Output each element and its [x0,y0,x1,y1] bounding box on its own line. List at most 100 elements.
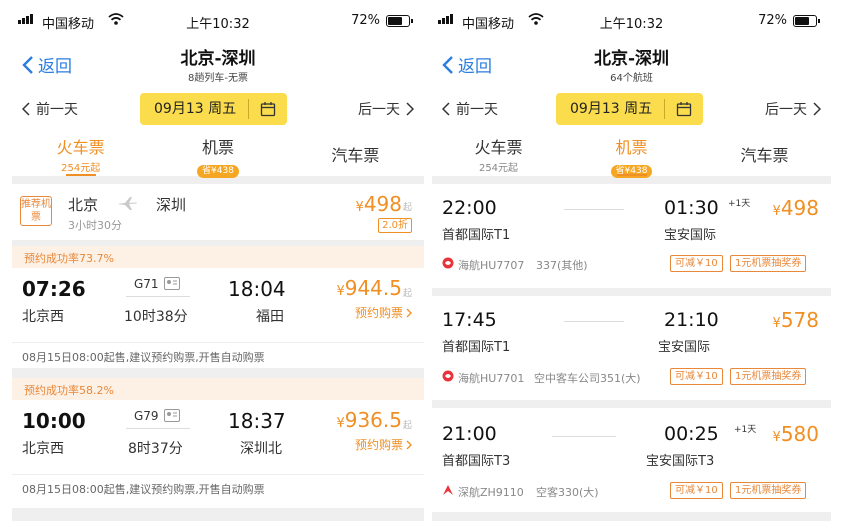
arrive-time: 00:25 [664,423,719,445]
tab-bus[interactable]: 汽车票 [287,130,424,176]
next-day-label: 后一天 [765,102,807,118]
depart-time: 17:45 [442,309,497,331]
train-number: G71 [134,277,159,291]
discount-badge: 2.0折 [378,218,412,233]
date-picker[interactable]: 09月13 周五 [556,93,704,125]
price-suffix: 起 [402,203,412,213]
currency-symbol: ¥ [772,316,781,331]
price-suffix: 起 [402,421,412,431]
recommend-badge: 推荐机票 [20,196,52,226]
currency-symbol: ¥ [336,416,345,431]
next-day-button[interactable]: 后一天 [358,99,414,119]
reserve-button[interactable]: 预约购票 [355,436,412,453]
flight-card[interactable]: 21:00 00:25 +1天 ¥580 首都国际T3 宝安国际T3 深航ZH9… [432,408,831,512]
next-day-label: 后一天 [358,102,400,118]
arrive-time: 18:04 [228,277,286,301]
currency-symbol: ¥ [336,284,345,299]
depart-time: 21:00 [442,423,497,445]
tab-train-sub: 254元起 [61,163,101,174]
arrive-time: 18:37 [228,409,286,433]
transport-tabs: 火车票 254元起 机票 省¥438 汽车票 [432,130,831,178]
battery-icon [386,15,413,27]
depart-station: 北京西 [22,309,64,325]
active-tab-underline [65,174,96,176]
tab-flight[interactable]: 机票 省¥438 [149,130,286,178]
page-title: 北京-深圳 [593,49,670,69]
depart-airport: 首都国际T1 [442,228,511,243]
depart-station: 北京西 [22,441,64,457]
price-value: 498 [363,192,402,216]
date-label: 09月13 周五 [140,99,250,119]
discount-tag: 可减￥10 [670,482,723,499]
id-card-icon [164,409,180,422]
train-screen: 中国移动 上午10:32 72% 返回 北京-深圳 8趟列车-无票 前一天 09… [12,0,424,521]
airline-logo-icon [443,485,453,495]
page-title: 北京-深圳 [180,49,256,69]
tab-flight[interactable]: 机票 省¥438 [565,130,698,178]
tab-flight-label: 机票 [615,138,648,157]
recommend-duration: 3小时30分 [68,219,122,232]
airline: 海航HU7707 [458,259,525,272]
prev-day-button[interactable]: 前一天 [22,99,78,119]
route-line [564,209,624,210]
nav-bar: 返回 北京-深圳 8趟列车-无票 [12,44,424,88]
discount-tag: 可减￥10 [670,368,723,385]
transport-tabs: 火车票 254元起 机票 省¥438 汽车票 [12,130,424,178]
date-label: 09月13 周五 [556,99,666,119]
reserve-button[interactable]: 预约购票 [355,304,412,321]
next-day-mark: +1天 [734,425,757,435]
train-card[interactable]: 预约成功率73.7% 07:26 G71 18:04 北京西 10时38分 福田… [12,246,424,368]
duration: 10时38分 [124,309,188,325]
flight-card[interactable]: 22:00 01:30 +1天 ¥498 首都国际T1 宝安国际 海航HU770… [432,184,831,288]
page-subtitle: 64个航班 [610,73,653,84]
active-tab-underline [616,174,647,176]
depart-airport: 首都国际T1 [442,340,511,355]
arrive-airport: 宝安国际 [658,340,711,355]
chevron-right-icon [406,308,412,317]
next-day-mark: +1天 [728,199,751,209]
route-line [126,428,190,429]
tab-train[interactable]: 火车票 254元起 [432,130,565,176]
recommend-to: 深圳 [156,196,187,214]
battery-percent: 72% [758,13,787,28]
flight-price: ¥578 [773,308,819,332]
depart-time: 22:00 [442,197,497,219]
chevron-left-icon [22,102,30,116]
duration: 8时37分 [128,441,183,457]
train-card[interactable]: 预约成功率58.2% 10:00 G79 18:37 北京西 8时37分 深圳北… [12,378,424,508]
route-line [126,296,190,297]
date-bar: 前一天 09月13 周五 后一天 [12,88,424,130]
tab-bus[interactable]: 汽车票 [698,130,831,176]
chevron-left-icon [442,102,450,116]
tab-bus-label: 汽车票 [331,146,380,165]
price-suffix: 起 [402,289,412,299]
prev-day-label: 前一天 [456,102,498,118]
airline: 海航HU7701 [458,372,525,385]
flight-card[interactable]: 17:45 21:10 ¥578 首都国际T1 宝安国际 海航HU7701 空中… [432,296,831,400]
tab-train-label: 火车票 [56,138,105,157]
sale-note: 08月15日08:00起售,建议预约购票,开售自动购票 [22,483,265,496]
route-line [552,436,616,437]
arrive-station: 深圳北 [240,441,282,457]
arrive-station: 福田 [256,309,284,325]
date-picker[interactable]: 09月13 周五 [140,93,288,125]
savings-badge: 省¥438 [197,165,239,178]
price-value: 944.5 [344,276,402,300]
chevron-right-icon [406,102,414,116]
lottery-tag: 1元机票抽奖券 [730,255,807,272]
status-bar: 中国移动 上午10:32 72% [432,0,831,44]
next-day-button[interactable]: 后一天 [765,99,821,119]
divider [12,474,424,475]
recommended-flight-card[interactable]: 推荐机票 北京 深圳 3小时30分 ¥498 起 2.0折 [12,184,424,240]
prev-day-button[interactable]: 前一天 [442,99,498,119]
tab-train[interactable]: 火车票 254元起 [12,130,149,176]
currency-symbol: ¥ [772,204,781,219]
date-bar: 前一天 09月13 周五 后一天 [432,88,831,130]
battery-icon [793,15,820,27]
tab-bus-label: 汽车票 [740,146,789,165]
status-bar: 中国移动 上午10:32 72% [12,0,424,44]
train-price: ¥944.5 [336,276,402,300]
divider [12,342,424,343]
page-subtitle: 8趟列车-无票 [188,73,248,84]
nav-bar: 返回 北京-深圳 64个航班 [432,44,831,88]
